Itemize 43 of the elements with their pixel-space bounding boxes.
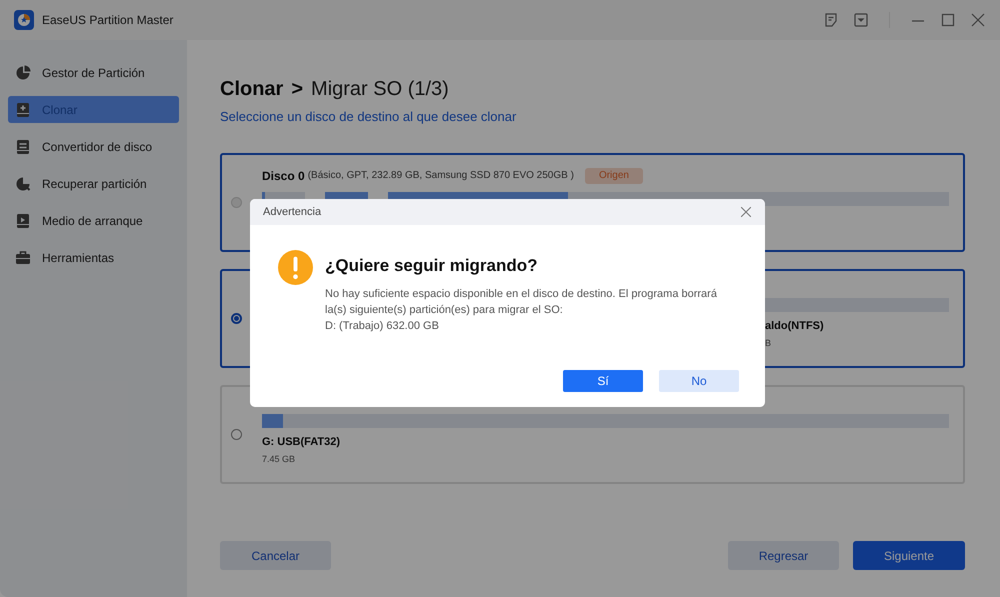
sidebar-item[interactable]: Recuperar partición: [8, 170, 179, 197]
dialog-title: Advertencia: [263, 204, 322, 220]
disk-lines-icon: [15, 138, 31, 154]
dropdown-icon[interactable]: [853, 12, 869, 28]
confirm-button[interactable]: Sí: [563, 370, 643, 392]
decline-button[interactable]: No: [659, 370, 739, 392]
pie-chart-cursor-icon: [15, 176, 31, 192]
disk-plus-icon: [15, 102, 31, 118]
disk-details: (Básico, GPT, 232.89 GB, Samsung SSD 870 EVO 250GB ): [308, 169, 574, 183]
dialog-message: la(s) siguiente(s) partición(es) para migrar el SO:: [325, 302, 564, 318]
page-title: Clonar: [220, 77, 284, 102]
radio-button[interactable]: [231, 428, 242, 440]
radio-button[interactable]: [231, 312, 242, 324]
next-button[interactable]: Siguiente: [853, 541, 965, 570]
subtitle: Seleccione un disco de destino al que desee clonar: [220, 108, 518, 126]
partition-size: 7.45 GB: [262, 452, 296, 466]
sidebar-item[interactable]: Herramientas: [8, 244, 179, 271]
breadcrumb-separator: >: [291, 77, 304, 102]
sidebar-item[interactable]: Convertidor de disco: [8, 133, 179, 160]
disk-play-icon: [15, 212, 31, 228]
sidebar-item[interactable]: Medio de arranque: [8, 207, 179, 234]
back-button[interactable]: Regresar: [728, 541, 839, 570]
dialog-message: No hay suficiente espacio disponible en el disco de destino. El programa borrará: [325, 286, 717, 302]
maximize-icon[interactable]: [940, 12, 956, 28]
partition-name: G: USB(FAT32): [262, 435, 342, 450]
dialog-heading: ¿Quiere seguir migrando?: [325, 255, 539, 277]
close-icon[interactable]: [970, 12, 986, 28]
disk-card[interactable]: G: USB(FAT32) 7.45 GB: [220, 384, 965, 484]
partition-size: B: [765, 336, 772, 350]
briefcase-icon: [15, 250, 31, 266]
app-logo-icon: [14, 10, 34, 30]
dialog-message: D: (Trabajo) 632.00 GB: [325, 318, 440, 334]
close-icon[interactable]: [741, 207, 751, 217]
pie-chart-icon: [15, 64, 31, 80]
partition-name: aldo(NTFS): [765, 319, 825, 334]
disk-name: Disco 0: [262, 168, 305, 184]
step-title: Migrar SO (1/3): [311, 77, 449, 102]
warning-icon: [278, 250, 313, 285]
sidebar-item[interactable]: Gestor de Partición: [8, 59, 179, 86]
cancel-button[interactable]: Cancelar: [220, 541, 331, 570]
origin-badge: Origen: [584, 168, 643, 184]
feedback-icon[interactable]: [823, 12, 839, 28]
window-title: EaseUS Partition Master: [42, 12, 174, 29]
